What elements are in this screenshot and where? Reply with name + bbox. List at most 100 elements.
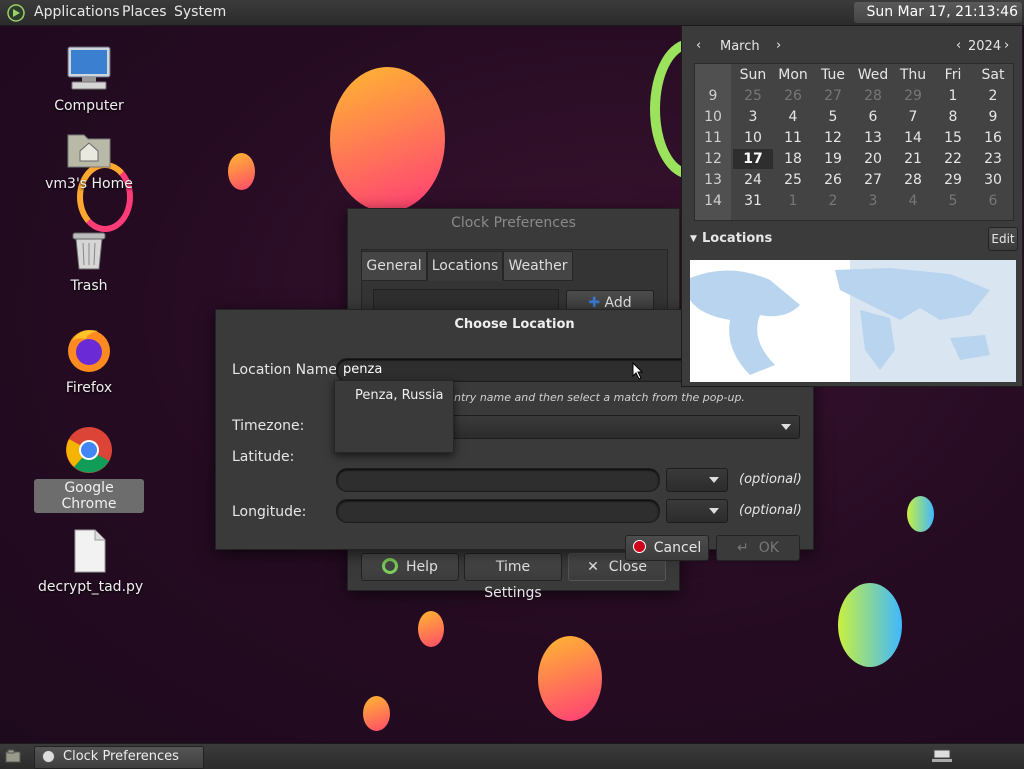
- calendar-day[interactable]: 11: [773, 128, 813, 148]
- calendar-day[interactable]: 22: [933, 149, 973, 169]
- desktop-icon-label: Trash: [70, 278, 108, 294]
- calendar-day[interactable]: 27: [853, 170, 893, 190]
- calendar-day[interactable]: 2: [973, 86, 1013, 106]
- wallpaper-blob: [838, 583, 902, 667]
- wallpaper-blob: [538, 636, 602, 721]
- bottom-panel: Clock Preferences: [0, 743, 1024, 769]
- show-desktop-icon[interactable]: [5, 749, 21, 764]
- ok-label: OK: [758, 540, 779, 556]
- chevron-down-icon: ▼: [690, 234, 697, 244]
- calendar-day[interactable]: 28: [853, 86, 893, 106]
- week-number: 14: [704, 193, 722, 209]
- latitude-field[interactable]: [336, 468, 660, 492]
- edit-label: Edit: [991, 232, 1015, 246]
- calendar-day[interactable]: 10: [733, 128, 773, 148]
- wallpaper-blob: [418, 611, 444, 647]
- week-number: 9: [708, 88, 718, 104]
- next-month-arrow[interactable]: ›: [776, 38, 781, 53]
- menu-system[interactable]: System: [174, 4, 226, 20]
- tab-weather[interactable]: Weather: [503, 251, 573, 281]
- calendar-day[interactable]: 30: [973, 170, 1013, 190]
- calendar-day[interactable]: 21: [893, 149, 933, 169]
- menu-applications[interactable]: Applications: [34, 4, 120, 20]
- desktop-icon-computer[interactable]: Computer: [34, 45, 144, 115]
- calendar-day[interactable]: 6: [853, 107, 893, 127]
- calendar-grid: Sun Mon Tue Wed Thu Fri Sat 9 25 26 27 28 29 1 2 10 3 4 5 6…: [694, 63, 1014, 221]
- calendar-day[interactable]: 18: [773, 149, 813, 169]
- calendar-day[interactable]: 23: [973, 149, 1013, 169]
- clock-icon: [42, 750, 55, 763]
- calendar-day[interactable]: 26: [813, 170, 853, 190]
- calendar-day[interactable]: 2: [813, 191, 853, 211]
- calendar-day[interactable]: 24: [733, 170, 773, 190]
- calendar-day[interactable]: 13: [853, 128, 893, 148]
- calendar-day[interactable]: 15: [933, 128, 973, 148]
- close-icon: ✕: [587, 559, 599, 575]
- weekday-header: Sat: [981, 67, 1005, 83]
- calendar-day[interactable]: 8: [933, 107, 973, 127]
- tab-locations[interactable]: Locations: [427, 251, 503, 281]
- suggestion-item[interactable]: Penza, Russia: [355, 388, 443, 403]
- week-number: 10: [704, 109, 722, 125]
- tab-general[interactable]: General: [361, 251, 427, 281]
- calendar-day[interactable]: 29: [933, 170, 973, 190]
- location-suggestions-popup: Penza, Russia: [334, 380, 454, 453]
- help-button[interactable]: Help: [361, 553, 459, 581]
- desktop-icon-trash[interactable]: Trash: [34, 227, 144, 295]
- calendar-day[interactable]: 5: [933, 191, 973, 211]
- enter-icon: ↵: [737, 540, 749, 556]
- calendar-day[interactable]: 20: [853, 149, 893, 169]
- desktop-icon-file[interactable]: decrypt_tad.py: [34, 528, 144, 596]
- next-year-arrow[interactable]: ›: [1004, 38, 1009, 53]
- calendar-day[interactable]: 27: [813, 86, 853, 106]
- calendar-day[interactable]: 19: [813, 149, 853, 169]
- calendar-day[interactable]: 5: [813, 107, 853, 127]
- calendar-day[interactable]: 16: [973, 128, 1013, 148]
- calendar-day[interactable]: 4: [773, 107, 813, 127]
- time-settings-button[interactable]: Time Settings: [464, 553, 562, 601]
- cancel-label: Cancel: [653, 540, 702, 556]
- distro-logo-icon[interactable]: [7, 4, 25, 22]
- weekday-header: Thu: [899, 67, 927, 83]
- network-icon[interactable]: [932, 749, 952, 763]
- desktop-icon-home[interactable]: vm3's Home: [34, 127, 144, 193]
- latitude-direction-combo[interactable]: [666, 468, 728, 492]
- calendar-day[interactable]: 3: [853, 191, 893, 211]
- weekday-header: Mon: [778, 67, 808, 83]
- prev-year-arrow[interactable]: ‹: [956, 38, 961, 53]
- calendar-day[interactable]: 12: [813, 128, 853, 148]
- calendar-day[interactable]: 3: [733, 107, 773, 127]
- taskbar-item-clock-preferences[interactable]: Clock Preferences: [34, 746, 204, 769]
- prev-month-arrow[interactable]: ‹: [696, 38, 701, 53]
- menu-places[interactable]: Places: [122, 4, 167, 20]
- desktop-icon-firefox[interactable]: Firefox: [34, 325, 144, 397]
- longitude-field[interactable]: [336, 499, 660, 523]
- location-name-label: Location Name:: [232, 362, 342, 378]
- calendar-day[interactable]: 6: [973, 191, 1013, 211]
- calendar-day[interactable]: 14: [893, 128, 933, 148]
- wallpaper-blob: [363, 696, 390, 731]
- desktop-icon-chrome[interactable]: Google Chrome: [34, 425, 144, 513]
- latitude-label: Latitude:: [232, 449, 295, 465]
- calendar-popup: ‹ March › ‹ 2024 › Sun Mon Tue Wed Thu Fri Sat…: [681, 25, 1023, 387]
- calendar-day[interactable]: 28: [893, 170, 933, 190]
- longitude-direction-combo[interactable]: [666, 499, 728, 523]
- cancel-button[interactable]: Cancel: [625, 535, 709, 561]
- calendar-day[interactable]: 29: [893, 86, 933, 106]
- mouse-cursor-icon: [632, 362, 644, 380]
- calendar-day[interactable]: 26: [773, 86, 813, 106]
- calendar-day-today[interactable]: 17: [733, 149, 773, 169]
- calendar-day[interactable]: 1: [773, 191, 813, 211]
- edit-locations-button[interactable]: Edit: [988, 227, 1018, 251]
- desktop-icon-label: Computer: [54, 98, 124, 114]
- calendar-day[interactable]: 4: [893, 191, 933, 211]
- calendar-day[interactable]: 25: [733, 86, 773, 106]
- location-name-value: penza: [343, 362, 383, 377]
- ok-button[interactable]: ↵ OK: [716, 535, 800, 561]
- calendar-day[interactable]: 31: [733, 191, 773, 211]
- calendar-day[interactable]: 1: [933, 86, 973, 106]
- calendar-day[interactable]: 9: [973, 107, 1013, 127]
- clock-applet[interactable]: Sun Mar 17, 21:13:46: [854, 2, 1022, 23]
- calendar-day[interactable]: 7: [893, 107, 933, 127]
- calendar-day[interactable]: 25: [773, 170, 813, 190]
